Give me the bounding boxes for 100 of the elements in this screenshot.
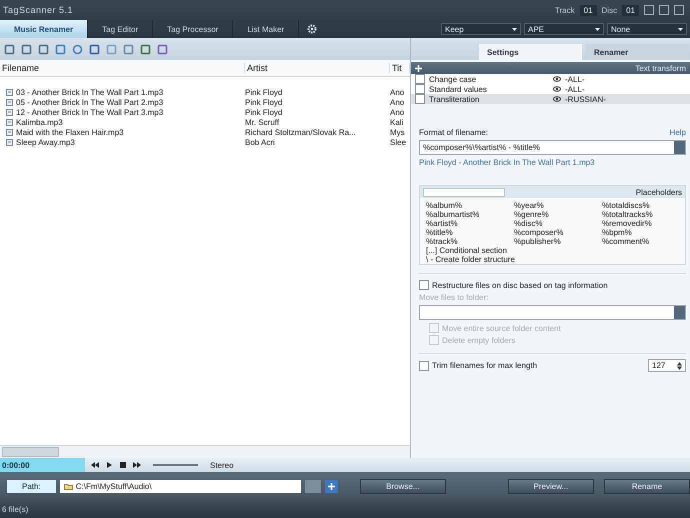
checkbox-label: Delete empty folders <box>442 336 516 344</box>
placeholder-item[interactable]: %removedir% <box>602 219 679 228</box>
table-cell: Kalimba.mp3 <box>16 118 63 126</box>
close-button[interactable] <box>674 5 684 15</box>
tab[interactable]: Music Renamer <box>0 20 88 38</box>
placeholder-item[interactable]: %totaldiscs% <box>602 201 679 210</box>
table-cell: Maid with the Flaxen Hair.mp3 <box>16 128 124 136</box>
placeholder-item[interactable]: %year% <box>514 201 602 210</box>
checkbox-label: Restructure files on disc based on tag information <box>432 280 608 290</box>
table-cell: 03 - Another Brick In The Wall Part 1.mp3 <box>16 88 164 96</box>
disc-field[interactable]: 01 <box>622 4 639 16</box>
checkbox[interactable] <box>415 74 425 84</box>
maximize-button[interactable] <box>659 5 669 15</box>
table-cell-text: Mr. Scruff <box>245 118 280 126</box>
table-cell: 05 - Another Brick In The Wall Part 2.mp3 <box>16 98 164 106</box>
hint-text: \ - Create folder structure <box>425 255 516 264</box>
placeholder-item[interactable]: %composer% <box>514 228 602 237</box>
column-header[interactable]: Artist <box>245 63 390 73</box>
window-title: TagScanner 5.1 <box>3 5 74 15</box>
search-field[interactable] <box>423 188 505 196</box>
column-header[interactable]: Tit <box>390 63 410 73</box>
channel-mode-label: Stereo <box>210 460 234 470</box>
fast-forward-icon[interactable] <box>133 461 141 469</box>
table-cell: 12 - Another Brick In The Wall Part 3.mp3 <box>16 108 164 116</box>
audio-file-icon <box>6 138 13 146</box>
action-button[interactable]: Browse... <box>360 478 446 494</box>
placeholder-item[interactable]: %track% <box>426 237 514 246</box>
table-cell: -ALL- <box>565 84 585 94</box>
placeholder-item[interactable]: %disc% <box>514 219 602 228</box>
section-title: Placeholders <box>636 188 682 196</box>
table-cell-text: Kali <box>390 118 404 126</box>
list-row[interactable]: Change case -ALL- <box>411 74 690 84</box>
preview-text: Pink Floyd - Another Brick In The Wall Part 1.mp3 <box>419 158 596 167</box>
dropdown[interactable]: APE <box>524 23 604 35</box>
audio-file-icon <box>6 88 13 96</box>
hint-text: [...] Conditional section <box>425 246 508 255</box>
checkbox[interactable] <box>415 84 425 94</box>
action-button[interactable]: Preview... <box>508 478 594 494</box>
play-icon[interactable] <box>105 461 113 469</box>
table-cell-text: Pink Floyd <box>245 108 284 116</box>
panel-tab[interactable]: Settings <box>479 44 582 60</box>
section-title: Text transform <box>635 64 686 72</box>
format-field[interactable]: %composer%\%artist% - %title% <box>419 140 686 155</box>
track-field[interactable]: 01 <box>580 4 597 16</box>
checkbox-label: Move entire source folder content <box>442 324 561 332</box>
column-header[interactable]: Filename <box>0 63 245 73</box>
disc-label: Disc <box>602 6 618 14</box>
time-display: 0:00:00 <box>0 458 85 472</box>
placeholder-item[interactable]: %totaltracks% <box>602 210 679 219</box>
dropdown[interactable]: Keep <box>441 23 521 35</box>
table-cell-text: Bob Acri <box>245 138 276 146</box>
placeholder-item[interactable]: %albumartist% <box>426 210 514 219</box>
eye-icon <box>553 76 561 82</box>
audio-file-icon <box>6 98 13 106</box>
checkbox-label: Trim filenames for max length <box>432 361 538 370</box>
minimize-button[interactable] <box>644 5 654 15</box>
rewind-icon[interactable] <box>91 461 99 469</box>
placeholder-item[interactable]: %comment% <box>602 237 679 246</box>
caret-icon <box>595 28 600 30</box>
table-cell-text: Ano <box>390 108 406 116</box>
checkbox[interactable] <box>419 280 429 290</box>
plus-icon[interactable] <box>415 64 422 72</box>
eye-icon <box>553 86 561 92</box>
dropdown[interactable]: None <box>607 23 687 35</box>
scrollbar-thumb[interactable] <box>2 447 59 457</box>
audio-file-icon <box>6 128 13 136</box>
list-row[interactable]: Transliteration -RUSSIAN- <box>411 94 690 104</box>
eye-icon <box>553 96 561 102</box>
folder-label: Move files to folder: <box>419 293 490 302</box>
checkbox[interactable] <box>419 360 429 370</box>
table-cell-text: Richard Stoltzman/Slovak Ra... <box>245 128 357 136</box>
table-cell-text: Mys <box>390 128 406 136</box>
placeholder-item[interactable]: %bpm% <box>602 228 679 237</box>
folder-field[interactable] <box>419 305 686 320</box>
audio-file-icon <box>6 118 13 126</box>
add-button[interactable] <box>325 480 338 492</box>
placeholder-item[interactable]: %genre% <box>514 210 602 219</box>
action-button[interactable]: Rename <box>604 478 690 494</box>
table-cell: -RUSSIAN- <box>565 94 606 104</box>
list-row[interactable]: Standard values -ALL- <box>411 84 690 94</box>
checkbox[interactable] <box>415 94 425 104</box>
length-spinner[interactable]: 127 <box>648 359 686 372</box>
placeholder-item[interactable]: %publisher% <box>514 237 602 246</box>
stop-icon[interactable] <box>119 461 127 469</box>
table-cell-text: Slee <box>390 138 408 146</box>
gear-icon[interactable] <box>307 24 318 34</box>
format-label: Format of filename: <box>419 128 488 137</box>
caret-icon <box>678 28 683 30</box>
placeholder-item[interactable]: %artist% <box>426 219 514 228</box>
table-cell-text: Ano <box>390 88 406 96</box>
placeholder-item[interactable]: %album% <box>426 201 514 210</box>
audio-file-icon <box>6 108 13 116</box>
placeholder-item[interactable]: %title% <box>426 228 514 237</box>
help-link[interactable]: Help <box>670 128 686 137</box>
table-cell: -ALL- <box>565 74 585 84</box>
table-cell-text: Pink Floyd <box>245 88 284 96</box>
table-cell-text: Pink Floyd <box>245 98 284 106</box>
path-field[interactable]: C:\Fm\MyStuff\Audio\ <box>60 480 302 492</box>
spin-arrows-icon <box>677 362 682 370</box>
folder-icon <box>64 482 73 490</box>
